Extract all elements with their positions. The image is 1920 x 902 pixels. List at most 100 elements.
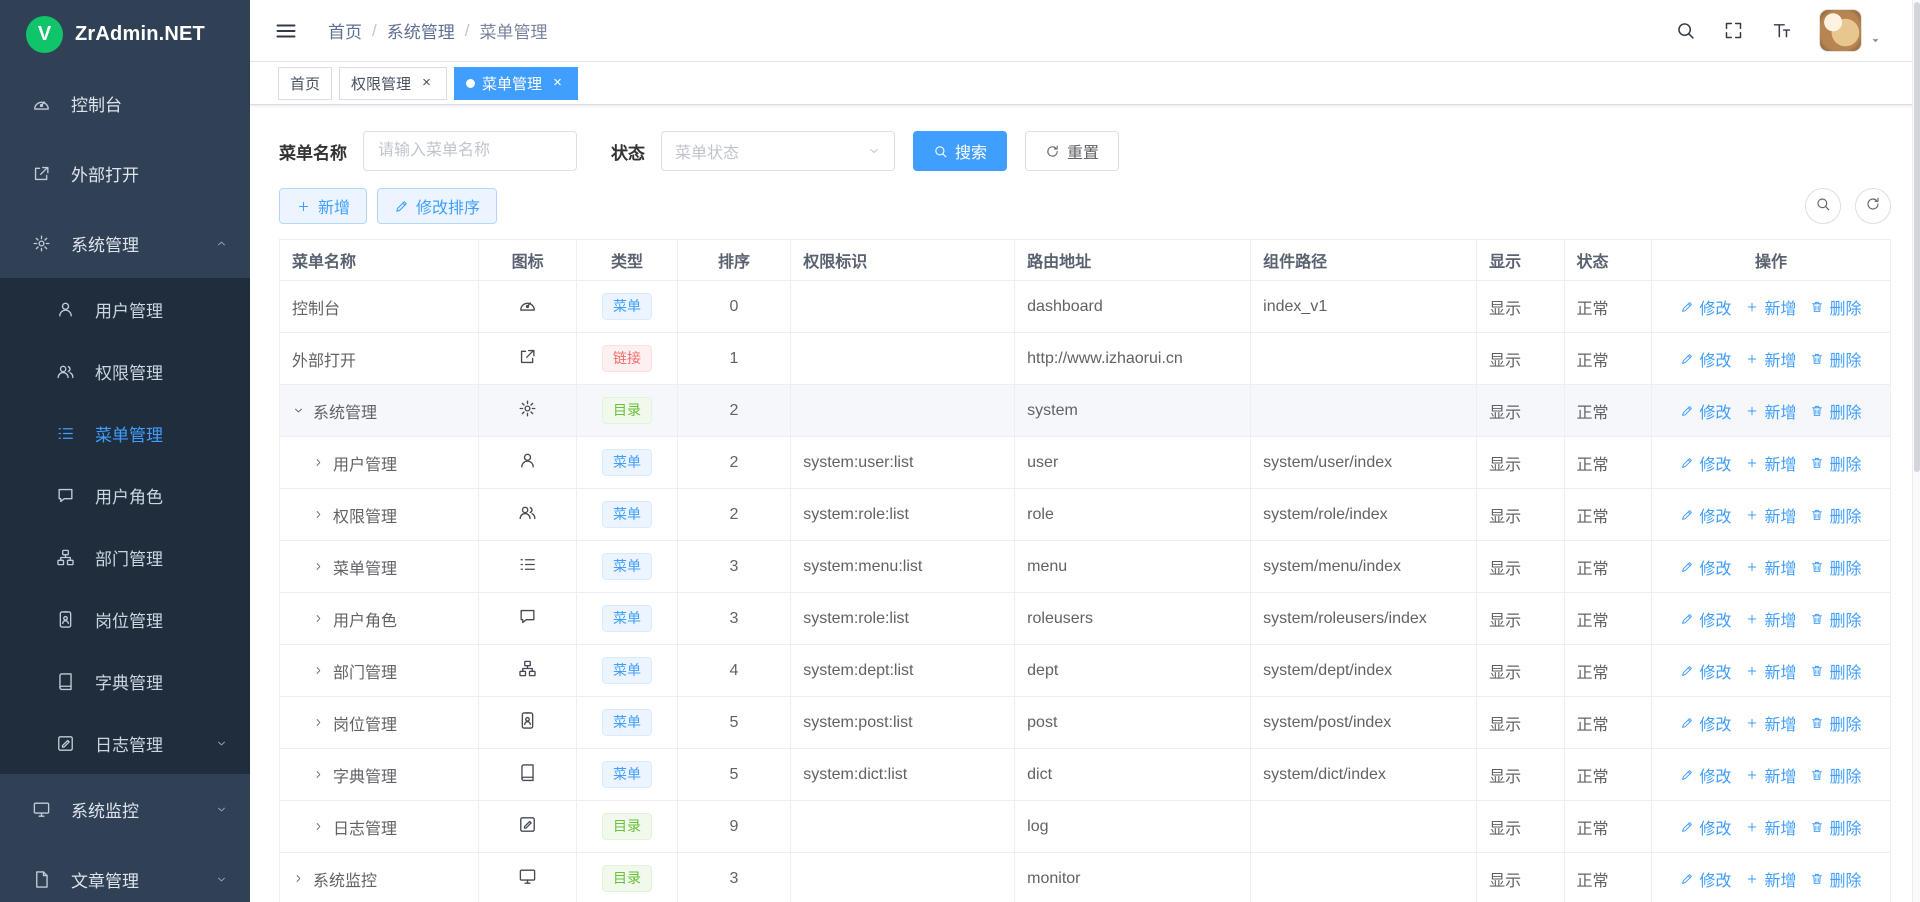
add-link[interactable]: 新增 <box>1745 607 1796 631</box>
add-link[interactable]: 新增 <box>1745 451 1796 475</box>
font-size-icon[interactable] <box>1771 20 1792 41</box>
column-header: 权限标识 <box>791 240 1015 281</box>
refresh-table-button[interactable] <box>1855 188 1891 224</box>
tab-menu[interactable]: 菜单管理× <box>454 67 578 100</box>
sidebar-item-monitor[interactable]: 系统监控 <box>0 774 250 844</box>
add-link[interactable]: 新增 <box>1745 763 1796 787</box>
expand-row-icon[interactable] <box>312 820 333 833</box>
expand-row-icon[interactable] <box>312 664 333 677</box>
add-link[interactable]: 新增 <box>1745 503 1796 527</box>
sidebar-item-dict[interactable]: 字典管理 <box>0 650 250 712</box>
close-icon[interactable]: × <box>418 75 435 92</box>
sidebar-item-dashboard[interactable]: 控制台 <box>0 68 250 138</box>
menu-name-input[interactable] <box>363 131 577 171</box>
scrollbar-thumb[interactable] <box>1914 2 1920 472</box>
expand-collapse-icon[interactable] <box>292 404 313 417</box>
sidebar-item-article[interactable]: 文章管理 <box>0 844 250 902</box>
add-link[interactable]: 新增 <box>1745 555 1796 579</box>
toggle-search-button[interactable] <box>1805 188 1841 224</box>
edit-link[interactable]: 修改 <box>1680 399 1731 423</box>
type-tag: 菜单 <box>602 449 652 476</box>
edit-link[interactable]: 修改 <box>1680 503 1731 527</box>
type-tag: 目录 <box>602 865 652 892</box>
cell-visible: 显示 <box>1477 593 1564 645</box>
sidebar-item-external[interactable]: 外部打开 <box>0 138 250 208</box>
add-link[interactable]: 新增 <box>1745 659 1796 683</box>
active-tab-dot <box>466 79 475 88</box>
expand-row-icon[interactable] <box>312 612 333 625</box>
expand-row-icon[interactable] <box>292 872 313 885</box>
dashboard-icon <box>32 94 56 113</box>
add-link[interactable]: 新增 <box>1745 815 1796 839</box>
delete-link[interactable]: 删除 <box>1810 763 1861 787</box>
breadcrumb-item-system[interactable]: 系统管理 <box>387 18 455 43</box>
cell-component: system/roleusers/index <box>1251 593 1477 645</box>
delete-link[interactable]: 删除 <box>1810 867 1861 891</box>
expand-row-icon[interactable] <box>312 508 333 521</box>
edit-link[interactable]: 修改 <box>1680 867 1731 891</box>
search-icon[interactable] <box>1675 20 1696 41</box>
edit-link[interactable]: 修改 <box>1680 555 1731 579</box>
expand-row-icon[interactable] <box>312 716 333 729</box>
delete-link[interactable]: 删除 <box>1810 659 1861 683</box>
sidebar-item-post[interactable]: 岗位管理 <box>0 588 250 650</box>
delete-link[interactable]: 删除 <box>1810 451 1861 475</box>
sort-button[interactable]: 修改排序 <box>377 188 497 224</box>
avatar[interactable] <box>1819 9 1862 52</box>
cell-route: dashboard <box>1015 281 1251 333</box>
column-header: 菜单名称 <box>280 240 479 281</box>
breadcrumb-item-home[interactable]: 首页 <box>328 18 362 43</box>
sidebar-item-user[interactable]: 用户管理 <box>0 278 250 340</box>
edit-link[interactable]: 修改 <box>1680 347 1731 371</box>
edit-link[interactable]: 修改 <box>1680 659 1731 683</box>
cell-perm: system:menu:list <box>791 541 1015 593</box>
menu-list-icon <box>56 424 80 443</box>
fullscreen-icon[interactable] <box>1723 20 1744 41</box>
delete-link[interactable]: 删除 <box>1810 399 1861 423</box>
delete-link[interactable]: 删除 <box>1810 607 1861 631</box>
delete-link[interactable]: 删除 <box>1810 711 1861 735</box>
edit-link[interactable]: 修改 <box>1680 607 1731 631</box>
expand-row-icon[interactable] <box>312 456 333 469</box>
menu-name-label: 菜单名称 <box>279 139 347 164</box>
add-button[interactable]: 新增 <box>279 188 367 224</box>
sidebar-item-role[interactable]: 权限管理 <box>0 340 250 402</box>
delete-link[interactable]: 删除 <box>1810 503 1861 527</box>
sidebar-item-menu[interactable]: 菜单管理 <box>0 402 250 464</box>
tab-role[interactable]: 权限管理× <box>339 67 447 100</box>
edit-link[interactable]: 修改 <box>1680 451 1731 475</box>
cell-perm <box>791 853 1015 902</box>
cell-sort: 2 <box>677 437 790 489</box>
close-icon[interactable]: × <box>549 75 566 92</box>
add-link[interactable]: 新增 <box>1745 867 1796 891</box>
reset-button[interactable]: 重置 <box>1025 131 1119 171</box>
sidebar-item-log[interactable]: 日志管理 <box>0 712 250 774</box>
app-logo[interactable]: V ZrAdmin.NET <box>0 0 250 68</box>
edit-link[interactable]: 修改 <box>1680 711 1731 735</box>
edit-link[interactable]: 修改 <box>1680 763 1731 787</box>
edit-link[interactable]: 修改 <box>1680 815 1731 839</box>
expand-row-icon[interactable] <box>312 560 333 573</box>
sidebar-toggle-icon[interactable] <box>274 19 298 43</box>
status-select[interactable]: 菜单状态 <box>661 131 895 171</box>
cell-icon <box>478 801 576 853</box>
search-button[interactable]: 搜索 <box>913 131 1007 171</box>
delete-link[interactable]: 删除 <box>1810 815 1861 839</box>
page-scrollbar[interactable] <box>1912 0 1920 902</box>
delete-link[interactable]: 删除 <box>1810 555 1861 579</box>
add-link[interactable]: 新增 <box>1745 295 1796 319</box>
type-tag: 菜单 <box>602 293 652 320</box>
sidebar-item-roleusers[interactable]: 用户角色 <box>0 464 250 526</box>
delete-link[interactable]: 删除 <box>1810 295 1861 319</box>
sidebar-item-dept[interactable]: 部门管理 <box>0 526 250 588</box>
sidebar-item-system[interactable]: 系统管理 <box>0 208 250 278</box>
add-link[interactable]: 新增 <box>1745 399 1796 423</box>
expand-row-icon[interactable] <box>312 768 333 781</box>
edit-link[interactable]: 修改 <box>1680 295 1731 319</box>
chevron-down-icon <box>215 873 228 886</box>
delete-link[interactable]: 删除 <box>1810 347 1861 371</box>
add-link[interactable]: 新增 <box>1745 347 1796 371</box>
add-link[interactable]: 新增 <box>1745 711 1796 735</box>
tab-home[interactable]: 首页 <box>278 67 332 100</box>
user-menu[interactable] <box>1819 9 1882 52</box>
